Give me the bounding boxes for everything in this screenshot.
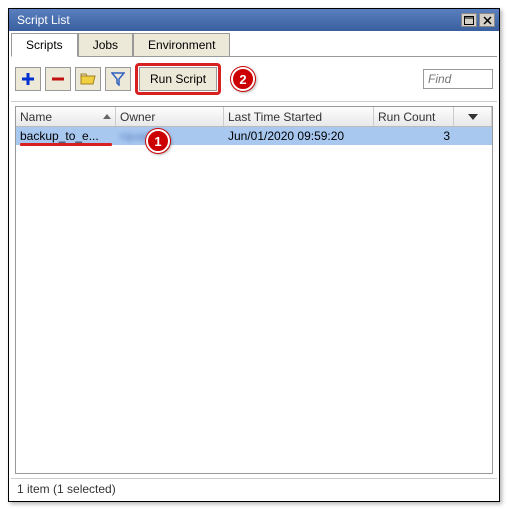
content-area: Scripts Jobs Environment Run Script 2 xyxy=(9,31,499,501)
sort-asc-icon xyxy=(103,114,111,119)
filter-button[interactable] xyxy=(105,67,131,91)
cell-run-count: 3 xyxy=(374,129,454,143)
tab-bar: Scripts Jobs Environment xyxy=(11,33,497,57)
minus-icon xyxy=(51,72,65,86)
col-header-run-count[interactable]: Run Count xyxy=(374,107,454,126)
run-script-button[interactable]: Run Script xyxy=(139,67,217,91)
plus-icon xyxy=(21,72,35,86)
window-title: Script List xyxy=(13,13,459,27)
maximize-icon xyxy=(464,16,474,25)
col-header-menu[interactable] xyxy=(454,107,492,126)
table-row[interactable]: backup_to_e... rquade Jun/01/2020 09:59:… xyxy=(16,127,492,145)
tab-jobs[interactable]: Jobs xyxy=(78,33,133,56)
find-input[interactable] xyxy=(423,69,493,89)
folder-icon xyxy=(80,72,96,86)
script-list-window: Script List Scripts Jobs Environment xyxy=(8,8,500,502)
col-header-last-time[interactable]: Last Time Started xyxy=(224,107,374,126)
toolbar: Run Script 2 xyxy=(11,57,497,102)
add-button[interactable] xyxy=(15,67,41,91)
remove-button[interactable] xyxy=(45,67,71,91)
cell-last-time: Jun/01/2020 09:59:20 xyxy=(224,129,374,143)
cell-name: backup_to_e... xyxy=(16,129,116,143)
script-grid: Name Owner Last Time Started Run Count b… xyxy=(15,106,493,474)
close-button[interactable] xyxy=(479,13,495,27)
run-highlight: Run Script xyxy=(135,63,221,95)
titlebar: Script List xyxy=(9,9,499,31)
maximize-button[interactable] xyxy=(461,13,477,27)
callout-1: 1 xyxy=(146,129,170,153)
tab-scripts[interactable]: Scripts xyxy=(11,33,78,57)
tab-environment[interactable]: Environment xyxy=(133,33,230,56)
col-header-name[interactable]: Name xyxy=(16,107,116,126)
funnel-icon xyxy=(111,72,125,86)
status-bar: 1 item (1 selected) xyxy=(11,478,497,499)
cell-owner: rquade xyxy=(116,129,224,143)
grid-header: Name Owner Last Time Started Run Count xyxy=(16,107,492,127)
open-button[interactable] xyxy=(75,67,101,91)
close-icon xyxy=(483,16,492,25)
callout-2: 2 xyxy=(231,67,255,91)
grid-body: backup_to_e... rquade Jun/01/2020 09:59:… xyxy=(16,127,492,473)
annotation-underline xyxy=(20,143,112,146)
chevron-down-icon xyxy=(468,114,478,120)
col-header-owner[interactable]: Owner xyxy=(116,107,224,126)
